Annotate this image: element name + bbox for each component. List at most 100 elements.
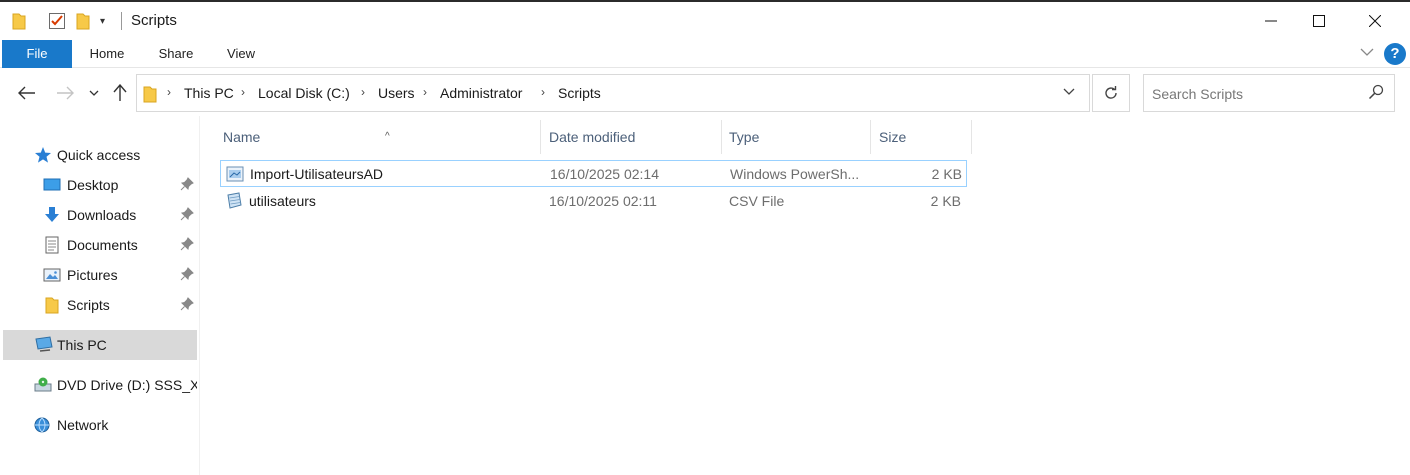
- address-dropdown-button[interactable]: [1063, 85, 1075, 99]
- column-header-name[interactable]: Name ^: [216, 120, 541, 154]
- breadcrumb-scripts[interactable]: Scripts: [558, 85, 601, 101]
- search-icon[interactable]: [1368, 84, 1386, 102]
- sidebar-item-label: DVD Drive (D:) SSS_X: [57, 377, 197, 393]
- breadcrumb-separator[interactable]: ›: [361, 85, 365, 99]
- folder-icon: [45, 296, 63, 314]
- breadcrumb-users[interactable]: Users: [378, 85, 415, 101]
- sidebar-item-label: Scripts: [67, 297, 110, 313]
- breadcrumb-local-disk[interactable]: Local Disk (C:): [258, 85, 350, 101]
- sidebar-item-quick-access[interactable]: Quick access: [0, 140, 197, 170]
- window-title: Scripts: [131, 12, 177, 29]
- new-folder-icon[interactable]: [76, 10, 90, 32]
- file-size: 2 KB: [931, 166, 962, 182]
- folder-icon[interactable]: [12, 10, 26, 32]
- sidebar-item-label: Documents: [67, 237, 138, 253]
- sidebar-item-this-pc[interactable]: This PC: [3, 330, 197, 360]
- chevron-down-icon: [1360, 48, 1374, 56]
- top-border: [0, 0, 1410, 2]
- tab-file[interactable]: File: [2, 40, 72, 68]
- downloads-icon: [43, 206, 61, 224]
- address-bar[interactable]: › This PC › Local Disk (C:) › Users › Ad…: [136, 74, 1090, 112]
- dvd-drive-icon: [34, 376, 52, 394]
- computer-icon: [34, 336, 53, 354]
- sidebar-item-label: This PC: [57, 337, 107, 353]
- sidebar-item-pictures[interactable]: Pictures: [0, 260, 197, 290]
- network-icon: [33, 416, 51, 434]
- powershell-script-icon: [226, 165, 244, 183]
- star-icon: [34, 146, 52, 164]
- file-name: Import-UtilisateursAD: [250, 166, 384, 182]
- breadcrumb-separator[interactable]: ›: [541, 85, 545, 99]
- recent-locations-button[interactable]: [86, 80, 102, 106]
- breadcrumb-separator[interactable]: ›: [167, 85, 171, 99]
- file-date-modified: 16/10/2025 02:11: [549, 193, 657, 209]
- maximize-icon: [1313, 15, 1325, 27]
- documents-icon: [43, 236, 61, 254]
- pin-icon[interactable]: [180, 297, 194, 311]
- customize-toolbar-dropdown[interactable]: ▾: [100, 10, 105, 32]
- forward-button[interactable]: [52, 80, 78, 106]
- tab-share[interactable]: Share: [148, 40, 204, 68]
- sidebar-item-network[interactable]: Network: [0, 410, 197, 440]
- minimize-button[interactable]: [1248, 0, 1294, 42]
- arrow-left-icon: [18, 86, 35, 100]
- sidebar-item-label: Quick access: [57, 147, 141, 163]
- search-box[interactable]: [1143, 74, 1395, 112]
- sidebar-item-label: Downloads: [67, 207, 137, 223]
- sidebar-item-documents[interactable]: Documents: [0, 230, 197, 260]
- expand-ribbon-button[interactable]: [1360, 46, 1376, 62]
- help-icon[interactable]: ?: [1384, 43, 1406, 65]
- chevron-down-icon: [89, 90, 99, 96]
- file-row[interactable]: utilisateurs 16/10/2025 02:11 CSV File 2…: [220, 188, 967, 215]
- breadcrumb-separator[interactable]: ›: [241, 85, 245, 99]
- tab-view[interactable]: View: [214, 40, 268, 68]
- file-type: CSV File: [729, 193, 785, 209]
- navigation-bar: › This PC › Local Disk (C:) › Users › Ad…: [0, 70, 1410, 116]
- sidebar-item-label: Desktop: [67, 177, 119, 193]
- properties-icon[interactable]: [48, 10, 66, 32]
- maximize-button[interactable]: [1296, 0, 1342, 42]
- file-type: Windows PowerSh...: [730, 166, 860, 182]
- title-bar: ▾ Scripts: [0, 0, 1410, 42]
- search-input[interactable]: [1152, 84, 1362, 104]
- sidebar-item-desktop[interactable]: Desktop: [0, 170, 197, 200]
- breadcrumb-separator[interactable]: ›: [423, 85, 427, 99]
- column-header-date-modified[interactable]: Date modified: [542, 120, 722, 154]
- file-date-modified: 16/10/2025 02:14: [550, 166, 659, 182]
- sidebar-item-downloads[interactable]: Downloads: [0, 200, 197, 230]
- file-row[interactable]: Import-UtilisateursAD 16/10/2025 02:14 W…: [220, 160, 967, 187]
- refresh-button[interactable]: [1092, 74, 1130, 112]
- minimize-icon: [1265, 20, 1277, 22]
- file-list: Name ^ Date modified Type Size Import-Ut…: [203, 116, 1410, 475]
- sidebar-item-dvd-drive[interactable]: DVD Drive (D:) SSS_X: [0, 370, 197, 400]
- column-header-size[interactable]: Size: [872, 120, 972, 154]
- file-name: utilisateurs: [249, 193, 316, 209]
- column-header-type[interactable]: Type: [722, 120, 871, 154]
- pin-icon[interactable]: [180, 207, 194, 221]
- file-size: 2 KB: [930, 193, 961, 209]
- close-icon: [1369, 15, 1381, 27]
- desktop-icon: [43, 176, 61, 194]
- pin-icon[interactable]: [180, 177, 194, 191]
- title-separator: [121, 12, 122, 30]
- pin-icon[interactable]: [180, 237, 194, 251]
- column-header-label: Name: [223, 129, 261, 145]
- sidebar-item-label: Network: [57, 417, 109, 433]
- navigation-pane: Quick access Desktop Downloads Documents: [0, 116, 200, 475]
- breadcrumb-this-pc[interactable]: This PC: [184, 85, 234, 101]
- back-button[interactable]: [14, 80, 40, 106]
- sidebar-item-label: Pictures: [67, 267, 118, 283]
- ribbon-tabs: File Home Share View ?: [0, 40, 1410, 68]
- chevron-down-icon: [1063, 88, 1075, 95]
- tab-home[interactable]: Home: [78, 40, 136, 68]
- refresh-icon: [1105, 86, 1117, 99]
- arrow-right-icon: [57, 86, 74, 100]
- close-button[interactable]: [1352, 0, 1398, 42]
- arrow-up-icon: [113, 84, 127, 101]
- sidebar-item-scripts[interactable]: Scripts: [0, 290, 197, 320]
- csv-file-icon: [225, 192, 243, 210]
- pin-icon[interactable]: [180, 267, 194, 281]
- pictures-icon: [43, 266, 61, 284]
- breadcrumb-administrator[interactable]: Administrator: [440, 85, 522, 101]
- up-button[interactable]: [108, 80, 132, 106]
